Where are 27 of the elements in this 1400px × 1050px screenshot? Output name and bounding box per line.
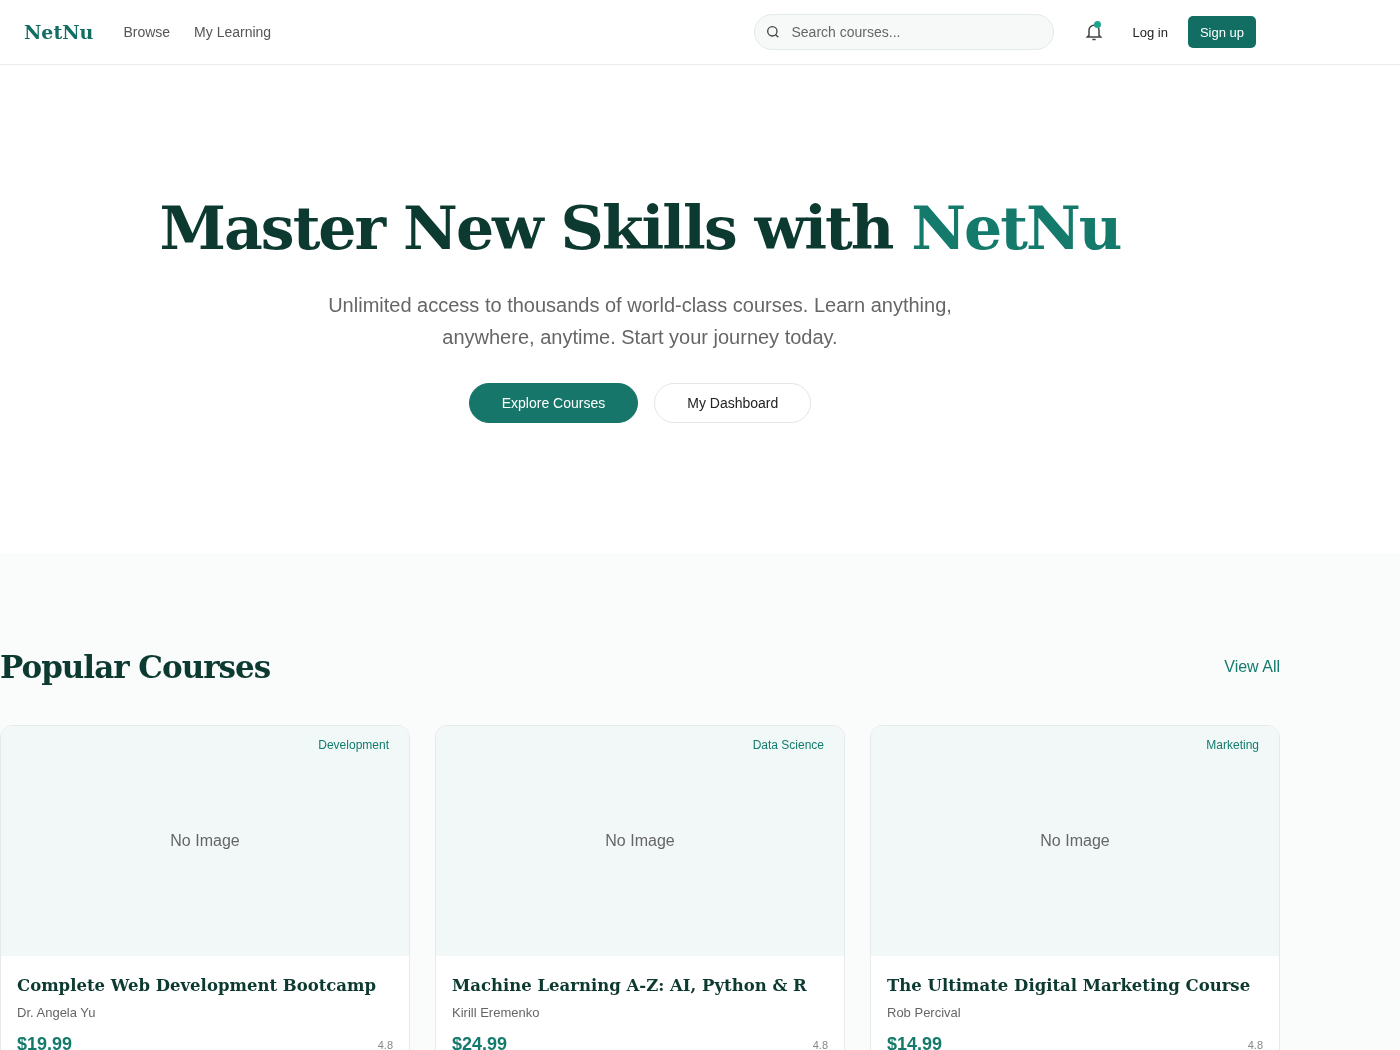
- signup-button[interactable]: Sign up: [1187, 16, 1256, 48]
- nav-link[interactable]: My Learning: [194, 24, 272, 40]
- hero-subtitle: Unlimited access to thousands of world-class courses. Learn anything, anywhere, anytime. Start your journey today.: [327, 293, 953, 350]
- search-box[interactable]: Search courses...: [754, 14, 1055, 50]
- view-all-link[interactable]: View All: [1224, 658, 1280, 676]
- course-title: Complete Web Development Bootcamp: [17, 976, 378, 995]
- instructor-name: Dr. Angela Yu: [17, 1005, 97, 1020]
- hero-title: Master New Skills with NetNu: [159, 193, 1121, 263]
- course-rating: 4.8: [377, 1038, 393, 1050]
- no-image-text: No Image: [170, 832, 240, 850]
- dashboard-button[interactable]: My Dashboard: [654, 383, 812, 423]
- instructor-name: Kirill Eremenko: [452, 1005, 541, 1020]
- logo[interactable]: NetNu: [24, 21, 94, 43]
- nav-link[interactable]: Browse: [123, 24, 171, 40]
- notifications-button[interactable]: [1084, 21, 1105, 43]
- login-link[interactable]: Log in: [1132, 24, 1168, 40]
- search-field[interactable]: Search courses...: [789, 23, 1044, 41]
- instructor-name: Rob Percival: [887, 1005, 962, 1020]
- course-rating: 4.8: [812, 1038, 828, 1050]
- unread-dot: [1094, 21, 1102, 28]
- course-title: The Ultimate Digital Marketing Course: [887, 976, 1252, 995]
- course-rating: 4.8: [1247, 1038, 1263, 1050]
- course-title: Machine Learning A-Z: AI, Python & R: [452, 976, 808, 995]
- no-image-text: No Image: [605, 832, 675, 850]
- section-title: Popular Courses: [0, 649, 271, 685]
- explore-button[interactable]: Explore Courses: [468, 383, 639, 423]
- no-image-text: No Image: [1040, 832, 1110, 850]
